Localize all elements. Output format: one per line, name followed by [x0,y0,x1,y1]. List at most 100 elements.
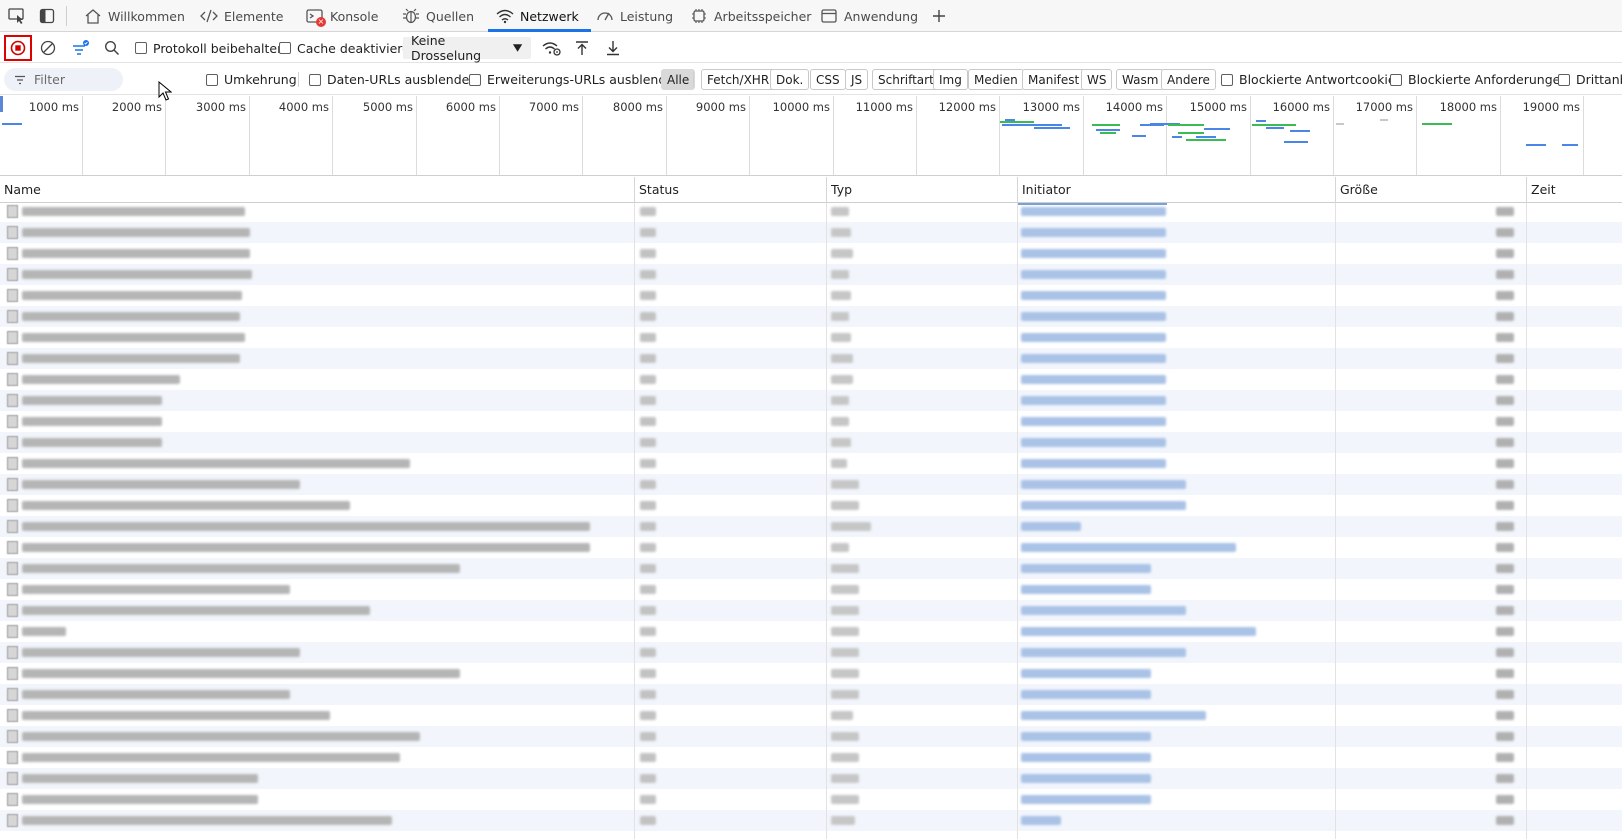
initiator-cell[interactable] [1021,816,1061,825]
search-button[interactable] [100,37,124,59]
table-row[interactable] [0,579,1622,600]
blocked-response-cookies-checkbox[interactable]: Blockierte Antwortcookies [1221,64,1402,94]
request-name-cell[interactable] [22,564,460,573]
hide-extension-urls-checkbox[interactable]: Erweiterungs-URLs ausblenden [469,64,682,94]
inspect-element-icon[interactable] [6,5,28,27]
request-name-cell[interactable] [22,522,590,531]
table-row[interactable] [0,663,1622,684]
column-header-size[interactable]: Größe [1335,177,1526,203]
initiator-cell[interactable] [1021,333,1166,342]
device-toolbar-icon[interactable] [36,5,58,27]
import-har-button[interactable] [570,37,594,59]
checkbox-box[interactable] [135,42,147,54]
type-filter-alle[interactable]: Alle [661,69,696,90]
request-name-cell[interactable] [22,690,290,699]
table-row[interactable] [0,684,1622,705]
checkbox-box[interactable] [279,42,291,54]
initiator-cell[interactable] [1021,711,1206,720]
preserve-log-checkbox[interactable]: Protokoll beibehalten [135,33,285,63]
hide-data-urls-checkbox[interactable]: Daten-URLs ausblenden [309,64,477,94]
checkbox-box[interactable] [469,73,481,86]
table-row[interactable] [0,203,1622,222]
table-row[interactable] [0,222,1622,243]
table-row[interactable] [0,243,1622,264]
request-name-cell[interactable] [22,795,258,804]
clear-button[interactable] [36,37,60,59]
request-name-cell[interactable] [22,396,162,405]
add-tab-icon[interactable] [928,5,950,27]
table-row[interactable] [0,789,1622,810]
export-har-button[interactable] [601,37,625,59]
request-name-cell[interactable] [22,249,250,258]
initiator-cell[interactable] [1021,648,1186,657]
request-name-cell[interactable] [22,291,242,300]
network-conditions-button[interactable] [540,37,564,59]
column-header-status[interactable]: Status [634,177,826,203]
checkbox-box[interactable] [1221,73,1233,86]
table-row[interactable] [0,264,1622,285]
initiator-cell[interactable] [1021,753,1151,762]
tab-quellen[interactable]: Quellen [394,0,482,32]
type-filter-font[interactable]: Schriftart [872,69,940,90]
table-row[interactable] [0,621,1622,642]
table-row[interactable] [0,537,1622,558]
table-row[interactable] [0,474,1622,495]
initiator-cell[interactable] [1021,606,1186,615]
request-name-cell[interactable] [22,228,250,237]
tab-willkommen[interactable]: Willkommen [76,0,193,32]
type-filter-manifest[interactable]: Manifest [1022,69,1086,90]
table-row[interactable] [0,411,1622,432]
type-filter-js[interactable]: JS [845,69,869,90]
initiator-cell[interactable] [1021,459,1166,468]
request-name-cell[interactable] [22,312,240,321]
initiator-cell[interactable] [1021,774,1151,783]
initiator-cell[interactable] [1021,522,1081,531]
initiator-cell[interactable] [1021,501,1186,510]
initiator-cell[interactable] [1021,291,1166,300]
initiator-cell[interactable] [1021,270,1166,279]
initiator-cell[interactable] [1021,627,1256,636]
request-name-cell[interactable] [22,732,420,741]
filter-toggle-button[interactable] [68,37,92,59]
request-name-cell[interactable] [22,438,162,447]
table-row[interactable] [0,432,1622,453]
initiator-cell[interactable] [1021,732,1151,741]
request-name-cell[interactable] [22,669,460,678]
column-header-type[interactable]: Typ [826,177,1017,203]
initiator-cell[interactable] [1021,690,1151,699]
initiator-cell[interactable] [1021,585,1151,594]
request-name-cell[interactable] [22,774,258,783]
checkbox-box[interactable] [1390,73,1402,86]
request-name-cell[interactable] [22,459,410,468]
table-row[interactable] [0,348,1622,369]
third-party-checkbox[interactable]: Drittanbi [1558,64,1622,94]
initiator-cell[interactable] [1021,312,1166,321]
initiator-cell[interactable] [1021,228,1166,237]
table-row[interactable] [0,516,1622,537]
filter-input[interactable]: Filter [4,68,123,91]
type-filter-fetch-xhr[interactable]: Fetch/XHR [701,69,776,90]
initiator-cell[interactable] [1021,207,1166,216]
initiator-cell[interactable] [1021,375,1166,384]
disable-cache-checkbox[interactable]: Cache deaktivieren [279,33,418,63]
request-name-cell[interactable] [22,354,240,363]
request-name-cell[interactable] [22,816,392,825]
request-name-cell[interactable] [22,753,400,762]
checkbox-box[interactable] [309,73,321,86]
tab-leistung[interactable]: Leistung [588,0,681,32]
tab-netzwerk[interactable]: Netzwerk [488,0,591,32]
initiator-cell[interactable] [1021,543,1236,552]
request-name-cell[interactable] [22,375,180,384]
table-row[interactable] [0,390,1622,411]
table-row[interactable] [0,453,1622,474]
table-row[interactable] [0,768,1622,789]
record-stop-button[interactable] [6,37,30,59]
tab-konsole[interactable]: × Konsole [298,0,386,32]
column-header-initiator[interactable]: Initiator [1017,177,1335,203]
request-name-cell[interactable] [22,207,245,216]
table-row[interactable] [0,558,1622,579]
type-filter-img[interactable]: Img [933,69,968,90]
table-row[interactable] [0,747,1622,768]
initiator-cell[interactable] [1021,795,1151,804]
request-name-cell[interactable] [22,270,252,279]
